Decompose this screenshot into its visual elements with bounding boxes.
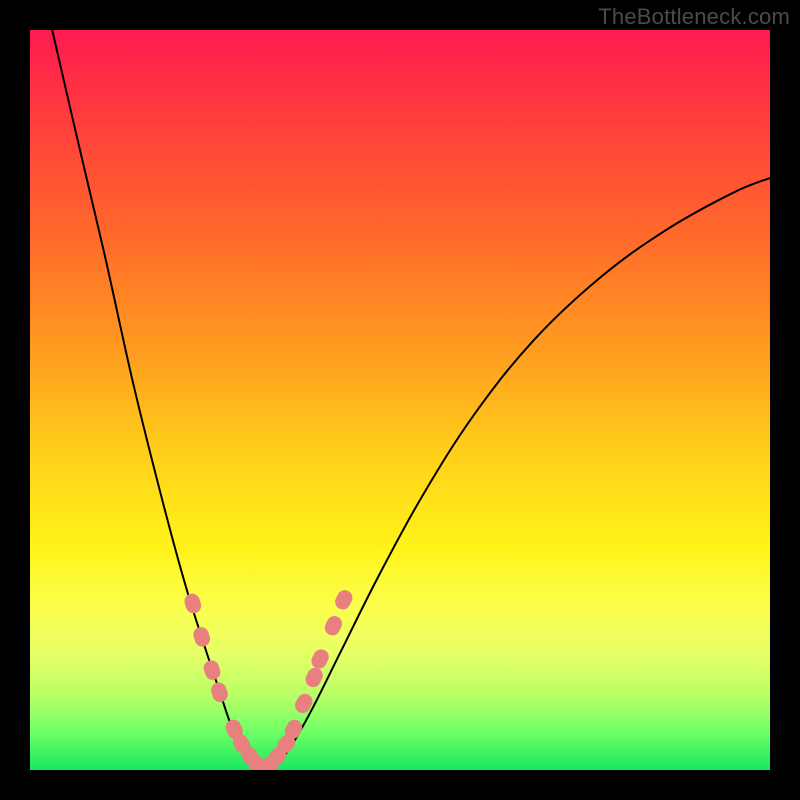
curve-svg [30, 30, 770, 770]
highlight-marker [183, 592, 204, 615]
right-curve-path [263, 178, 770, 770]
highlight-marker [309, 647, 332, 672]
left-curve-path [52, 30, 263, 770]
highlight-marker [209, 680, 230, 704]
highlight-marker [191, 625, 212, 648]
chart-frame: TheBottleneck.com [0, 0, 800, 800]
marker-group [183, 588, 355, 770]
highlight-marker [322, 613, 345, 638]
watermark-text: TheBottleneck.com [598, 4, 790, 30]
highlight-marker [332, 588, 355, 613]
highlight-marker [292, 691, 315, 716]
highlight-marker [202, 658, 223, 682]
highlight-marker [303, 665, 326, 690]
plot-area [30, 30, 770, 770]
